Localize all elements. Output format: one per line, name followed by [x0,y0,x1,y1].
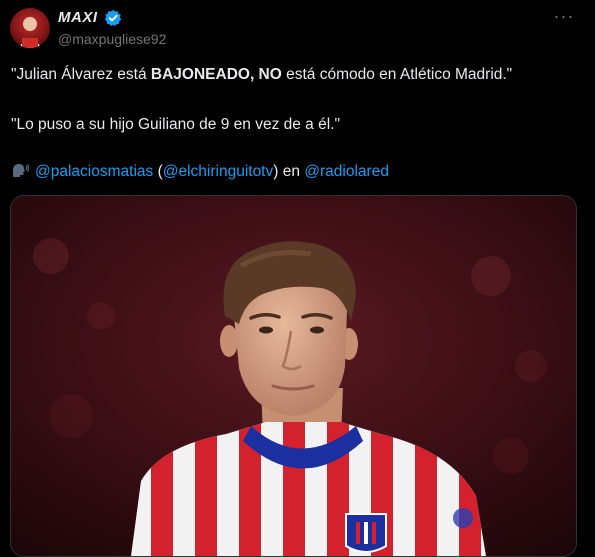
tweet-text-line-2: "Lo puso a su hijo Guiliano de 9 en vez … [11,116,340,133]
mention-link[interactable]: @elchiringuitotv [163,163,274,180]
tweet-text-line-1: "Julian Álvarez está BAJONEADO, NO está … [11,66,512,84]
verified-badge-icon [104,9,122,27]
author-handle[interactable]: @maxpugliese92 [58,31,166,47]
tweet-media-image[interactable] [10,195,577,557]
tweet-text: ) en [273,163,305,180]
author-display-name[interactable]: MAXI [58,9,98,26]
mention-link[interactable]: @palaciosmatias [35,163,153,180]
tweet-text-line-3: @palaciosmatias (@elchiringuitotv) en @r… [11,162,389,181]
speaking-head-icon [11,162,30,178]
tweet-text: "Julian Álvarez está [11,66,151,83]
tweet-text: está cómodo en Atlético Madrid." [281,66,513,83]
tweet-header: MAXI @maxpugliese92 ··· [0,0,595,60]
more-options-icon[interactable]: ··· [552,7,576,28]
tweet-text-bold: BAJONEADO, NO [150,66,282,83]
tweet-text: ( [153,163,163,180]
avatar[interactable] [10,8,50,48]
mention-link[interactable]: @radiolared [304,163,389,180]
